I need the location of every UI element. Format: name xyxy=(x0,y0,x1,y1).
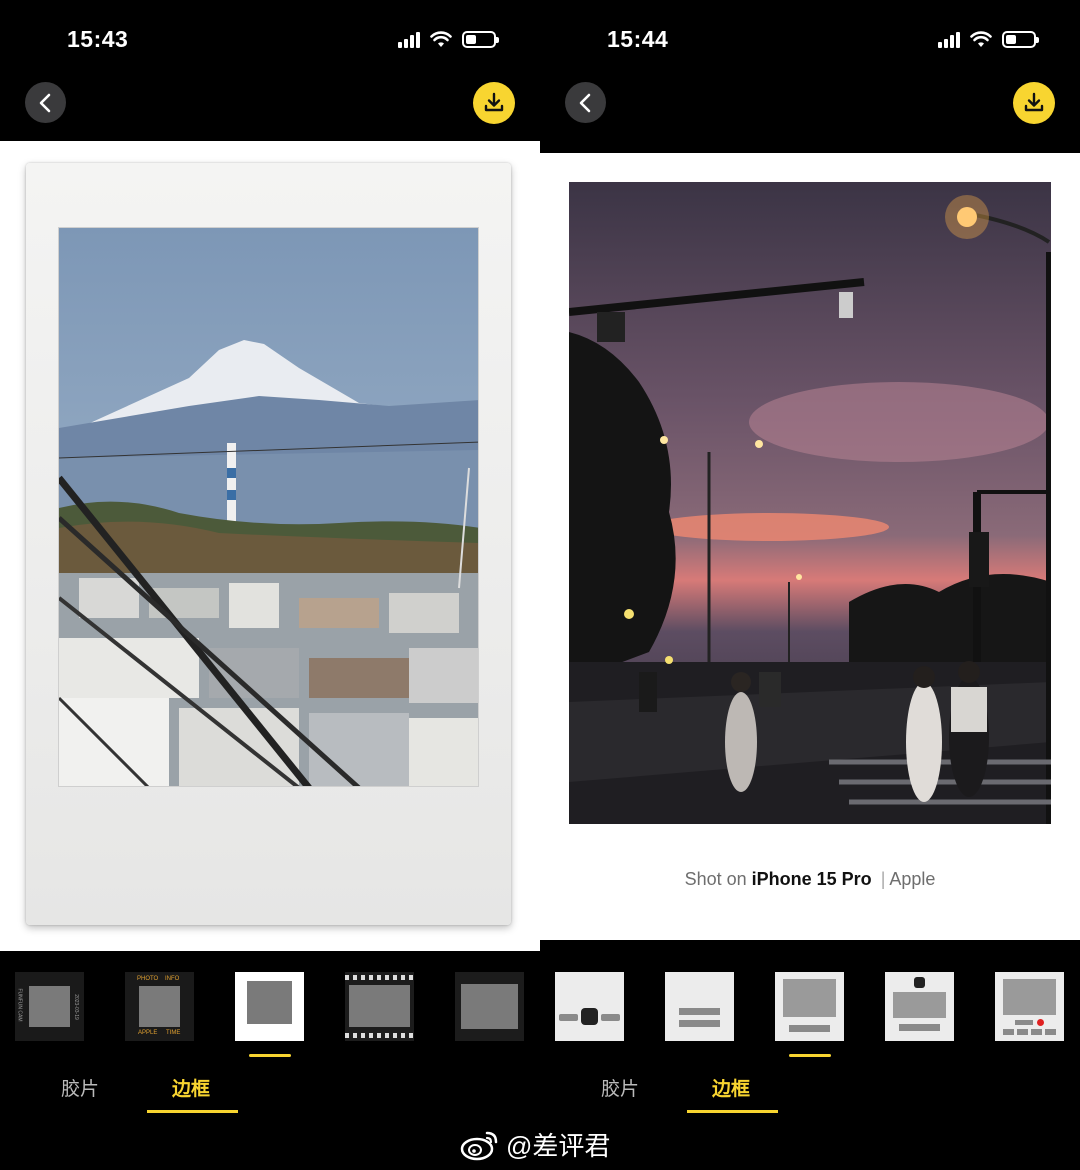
tab-frame[interactable]: 边框 xyxy=(712,1074,750,1101)
mode-tabs: 胶片 边框 xyxy=(0,1074,540,1114)
thumbnail-side-date: 2023-03-19 xyxy=(72,994,79,1020)
wifi-icon xyxy=(970,30,992,47)
tab-frame[interactable]: 边框 xyxy=(172,1074,210,1101)
thumbnail-label-info: INFO xyxy=(165,976,180,982)
download-button[interactable] xyxy=(473,82,515,124)
thumbnail-selected-indicator xyxy=(789,1054,831,1057)
thumbnail-camera-controls[interactable] xyxy=(995,972,1064,1041)
thumbnail-logo-top-photo-bar[interactable] xyxy=(885,972,954,1041)
tab-active-indicator xyxy=(687,1110,778,1113)
thumbnail-photo-info[interactable]: PHOTO INFO APPLE TIME xyxy=(125,972,194,1041)
tab-active-indicator xyxy=(147,1110,238,1113)
photo-caption: Shot on iPhone 15 Pro | Apple xyxy=(540,869,1080,890)
frame-thumbnail-row: FUNFUN CAM 2023-03-19 PHOTO INFO APPLE T… xyxy=(0,972,540,1042)
left-screen: 15:43 FUNFUN CAM 2023-03-19 PHOTO INFO A… xyxy=(0,0,540,1170)
tab-film[interactable]: 胶片 xyxy=(61,1074,99,1101)
status-bar: 15:43 xyxy=(0,0,540,70)
nav-bar xyxy=(540,82,1080,124)
thumbnail-film-strip-1[interactable] xyxy=(345,972,414,1041)
right-screen: 15:44 Shot on iPhone 15 Pro | Apple 胶片 边… xyxy=(540,0,1080,1170)
tab-film[interactable]: 胶片 xyxy=(601,1074,639,1101)
weibo-logo-icon xyxy=(460,1131,498,1160)
chevron-left-icon xyxy=(39,93,50,112)
caption-device: iPhone 15 Pro xyxy=(751,869,872,889)
thumbnail-photo-caption-bar[interactable] xyxy=(775,972,844,1041)
dusk-street-photo xyxy=(569,182,1051,824)
thumbnail-side-text: FUNFUN CAM xyxy=(16,988,23,1022)
thumbnail-two-bars[interactable] xyxy=(665,972,734,1041)
cellular-signal-icon xyxy=(398,30,420,48)
thumbnail-label-time: TIME xyxy=(166,1030,181,1036)
status-icons xyxy=(398,30,499,48)
thumbnail-film-vertical[interactable]: FUNFUN CAM 2023-03-19 xyxy=(15,972,84,1041)
instax-frame xyxy=(26,163,511,925)
battery-icon xyxy=(462,30,499,48)
wifi-icon xyxy=(430,30,452,47)
weibo-watermark: @差评君 xyxy=(460,1126,610,1163)
battery-icon xyxy=(1002,30,1039,48)
thumbnail-instax-white[interactable] xyxy=(235,972,304,1041)
download-icon xyxy=(1024,92,1044,112)
mount-fuji-photo xyxy=(58,227,479,787)
watermark-text: @差评君 xyxy=(506,1131,611,1161)
mode-tabs: 胶片 边框 xyxy=(540,1074,1080,1114)
thumbnail-label-photo: PHOTO xyxy=(137,976,159,982)
status-time: 15:44 xyxy=(607,26,669,52)
caption-prefix: Shot on xyxy=(684,869,747,889)
status-time: 15:43 xyxy=(67,26,129,52)
nav-bar xyxy=(0,82,540,124)
back-button[interactable] xyxy=(25,82,66,123)
download-button[interactable] xyxy=(1013,82,1055,124)
back-button[interactable] xyxy=(565,82,606,123)
thumbnail-selected-indicator xyxy=(249,1054,291,1057)
caption-separator: | xyxy=(880,869,886,889)
chevron-left-icon xyxy=(579,93,590,112)
download-icon xyxy=(484,92,504,112)
thumbnail-label-apple: APPLE xyxy=(138,1030,158,1036)
frame-thumbnail-row xyxy=(540,972,1080,1042)
caption-brand: Apple xyxy=(889,869,936,889)
status-bar: 15:44 xyxy=(540,0,1080,70)
cellular-signal-icon xyxy=(938,30,960,48)
frame-preview: Shot on iPhone 15 Pro | Apple xyxy=(540,153,1080,940)
thumbnail-film-strip-2[interactable] xyxy=(455,972,524,1041)
thumbnail-logo-center-bar[interactable] xyxy=(555,972,624,1041)
frame-preview xyxy=(0,141,540,951)
status-icons xyxy=(938,30,1039,48)
